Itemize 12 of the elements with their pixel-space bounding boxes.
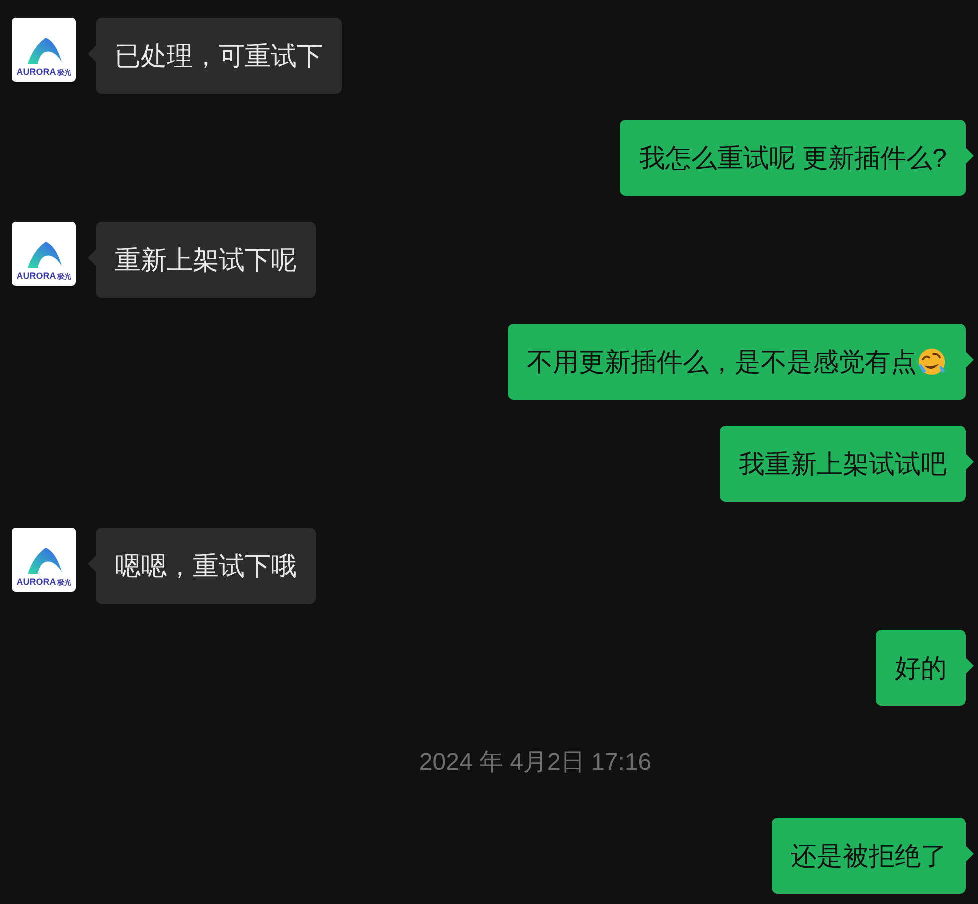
brand-text: AURORA [16,578,56,587]
message-text: 还是被拒绝了 [791,840,947,873]
message-bubble: 重新上架试下呢 [96,222,316,298]
message-text: 不用更新插件么，是不是感觉有点 [527,346,917,379]
message-bubble: 已处理，可重试下 [96,18,342,94]
message-bubble: 嗯嗯，重试下哦 [96,528,316,604]
message-text: 好的 [895,652,947,685]
message-text: 我怎么重试呢 更新插件么? [639,142,947,175]
brand-text: AURORA [16,68,56,77]
timestamp: 2024 年 4月2日 17:16 [419,748,652,778]
brand-text: AURORA [16,272,56,281]
message-text: 我重新上架试试吧 [739,448,947,481]
